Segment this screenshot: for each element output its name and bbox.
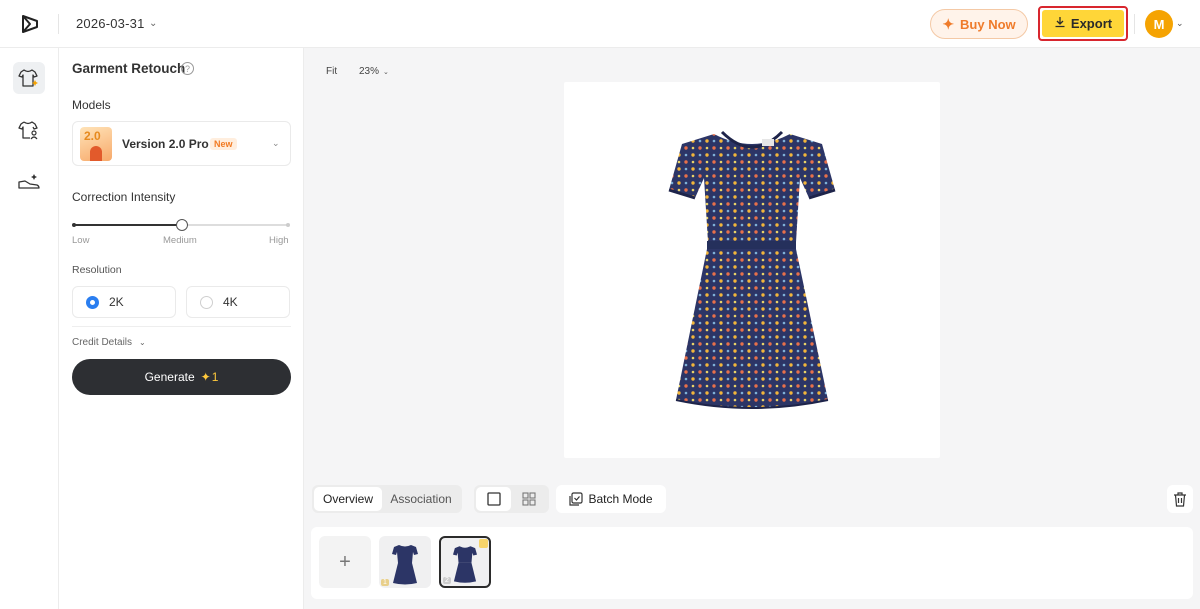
batch-check-icon [569,492,584,506]
add-image-button[interactable]: + [319,536,371,588]
shirt-person-icon [18,121,38,140]
fit-button[interactable]: Fit [326,66,337,77]
model-name: Version 2.0 Pro [122,137,209,151]
garment-retouch-tool[interactable] [13,62,45,94]
batch-mode-label: Batch Mode [588,492,653,506]
resolution-label-2k: 2K [109,295,124,309]
settings-panel: Garment Retouch ? Models 2.0 Version 2.0… [59,48,304,609]
generate-cost: 1 [211,370,219,384]
tab-association[interactable]: Association [382,487,460,511]
help-icon[interactable]: ? [181,62,194,75]
thumbnail-1[interactable]: 1 [379,536,431,588]
avatar[interactable]: M [1145,10,1173,38]
shoe-retouch-tool[interactable] [13,166,45,198]
model-selector[interactable]: 2.0 Version 2.0 Pro New ⌄ [72,121,291,166]
top-bar: 2026-03-31 ⌄ ✦ Buy Now Export M ⌄ [0,0,1200,48]
divider [72,326,291,327]
intensity-label: Correction Intensity [72,190,176,204]
chevron-down-icon[interactable]: ⌄ [383,68,389,76]
header-divider [1134,14,1135,34]
resolution-option-2k[interactable]: 2K [72,286,176,318]
chevron-down-icon[interactable]: ⌄ [139,338,146,347]
generate-button[interactable]: Generate ✦ 1 [72,359,291,395]
image-canvas[interactable] [564,82,940,458]
resolution-option-4k[interactable]: 4K [186,286,290,318]
chevron-down-icon[interactable]: ⌄ [149,18,157,29]
batch-mode-button[interactable]: Batch Mode [556,485,666,513]
slider-end-dot [286,223,290,227]
tick-low: Low [72,235,90,246]
chevron-down-icon[interactable]: ⌄ [1176,18,1184,29]
credit-sparkle-icon: ✦ [200,370,211,384]
tick-medium: Medium [163,235,197,246]
tool-rail [0,48,59,609]
thumbnail-strip: + 1 2 [311,527,1193,599]
chevron-down-icon: ⌄ [272,138,280,148]
panel-title: Garment Retouch [72,61,186,76]
model-figure-icon [90,146,102,161]
new-badge: New [210,138,237,150]
buy-now-button[interactable]: ✦ Buy Now [930,9,1028,39]
resolution-label: Resolution [72,264,122,276]
plus-icon: + [339,550,351,573]
buy-now-label: Buy Now [960,16,1016,32]
zoom-level[interactable]: 23% [359,66,379,77]
model-thumbnail: 2.0 [80,127,112,161]
download-icon [1054,16,1066,31]
resolution-label-4k: 4K [223,295,238,309]
single-view-icon [486,492,501,506]
slider-start-dot [72,223,76,227]
tab-overview[interactable]: Overview [314,487,382,511]
generate-label: Generate [144,370,195,384]
sparkle-icon: ✦ [942,15,955,32]
thumbnail-index: 1 [381,579,389,586]
shoe-sparkle-icon [18,174,40,189]
workspace: Fit 23% ⌄ Overview Association Batch Mod… [304,48,1200,609]
layout-toggle [474,485,549,513]
tick-high: High [269,235,289,246]
view-tabs: Overview Association [312,485,462,513]
export-button[interactable]: Export [1042,10,1124,37]
garment-model-tool[interactable] [13,114,45,146]
trash-icon [1174,491,1186,507]
header-divider [58,14,59,34]
grid-view-icon [521,492,536,506]
intensity-slider-handle[interactable] [175,219,188,231]
credit-details-toggle[interactable]: Credit Details [72,337,132,348]
shirt-sparkle-icon [18,69,38,87]
models-label: Models [72,98,111,112]
delete-button[interactable] [1167,485,1193,513]
radio-unselected-icon [200,295,213,309]
app-logo-icon[interactable] [18,12,42,36]
dress-image [668,130,836,409]
radio-selected-icon [86,295,99,309]
intensity-slider-fill [74,224,182,226]
single-view-button[interactable] [476,487,511,511]
model-version-badge: 2.0 [84,129,101,143]
thumbnail-index: 2 [443,577,451,584]
export-label: Export [1070,16,1113,31]
selected-corner-icon [479,539,488,548]
export-highlight: Export [1038,6,1128,41]
thumbnail-2[interactable]: 2 [439,536,491,588]
grid-view-button[interactable] [511,487,546,511]
date-selector[interactable]: 2026-03-31 [76,16,145,31]
